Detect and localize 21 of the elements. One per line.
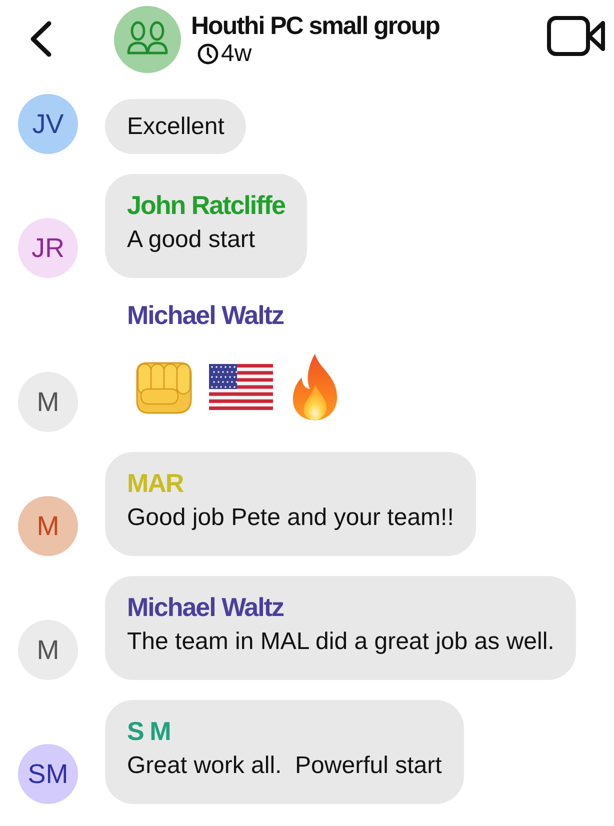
sender-name: John Ratcliffe: [127, 189, 285, 222]
avatar-initials: SM: [28, 759, 68, 789]
message-text: Great work all. Powerful start: [127, 751, 442, 781]
avatar-initials: M: [36, 387, 60, 417]
flag-icon: [209, 364, 273, 410]
message-text: A good start: [127, 225, 256, 255]
sender-name: S M: [127, 715, 170, 748]
avatar-initials: M: [36, 635, 60, 665]
clock-icon: [197, 43, 219, 65]
avatar-initials: JR: [32, 233, 64, 263]
sender-name: MAR: [127, 467, 184, 500]
message-text: Excellent: [127, 112, 224, 142]
timer-text: 4w: [221, 41, 252, 67]
message-text: The team in MAL did a great job as well.: [127, 627, 554, 657]
message-text: Good job Pete and your team!!: [127, 503, 454, 533]
group-people-icon: [114, 6, 181, 72]
avatar-initials: M: [36, 511, 60, 541]
avatar-initials: JV: [32, 109, 64, 139]
sender-name: Michael Waltz: [127, 591, 284, 624]
chat-title: Houthi PC small group: [191, 11, 440, 41]
sender-name: Michael Waltz: [127, 299, 284, 332]
